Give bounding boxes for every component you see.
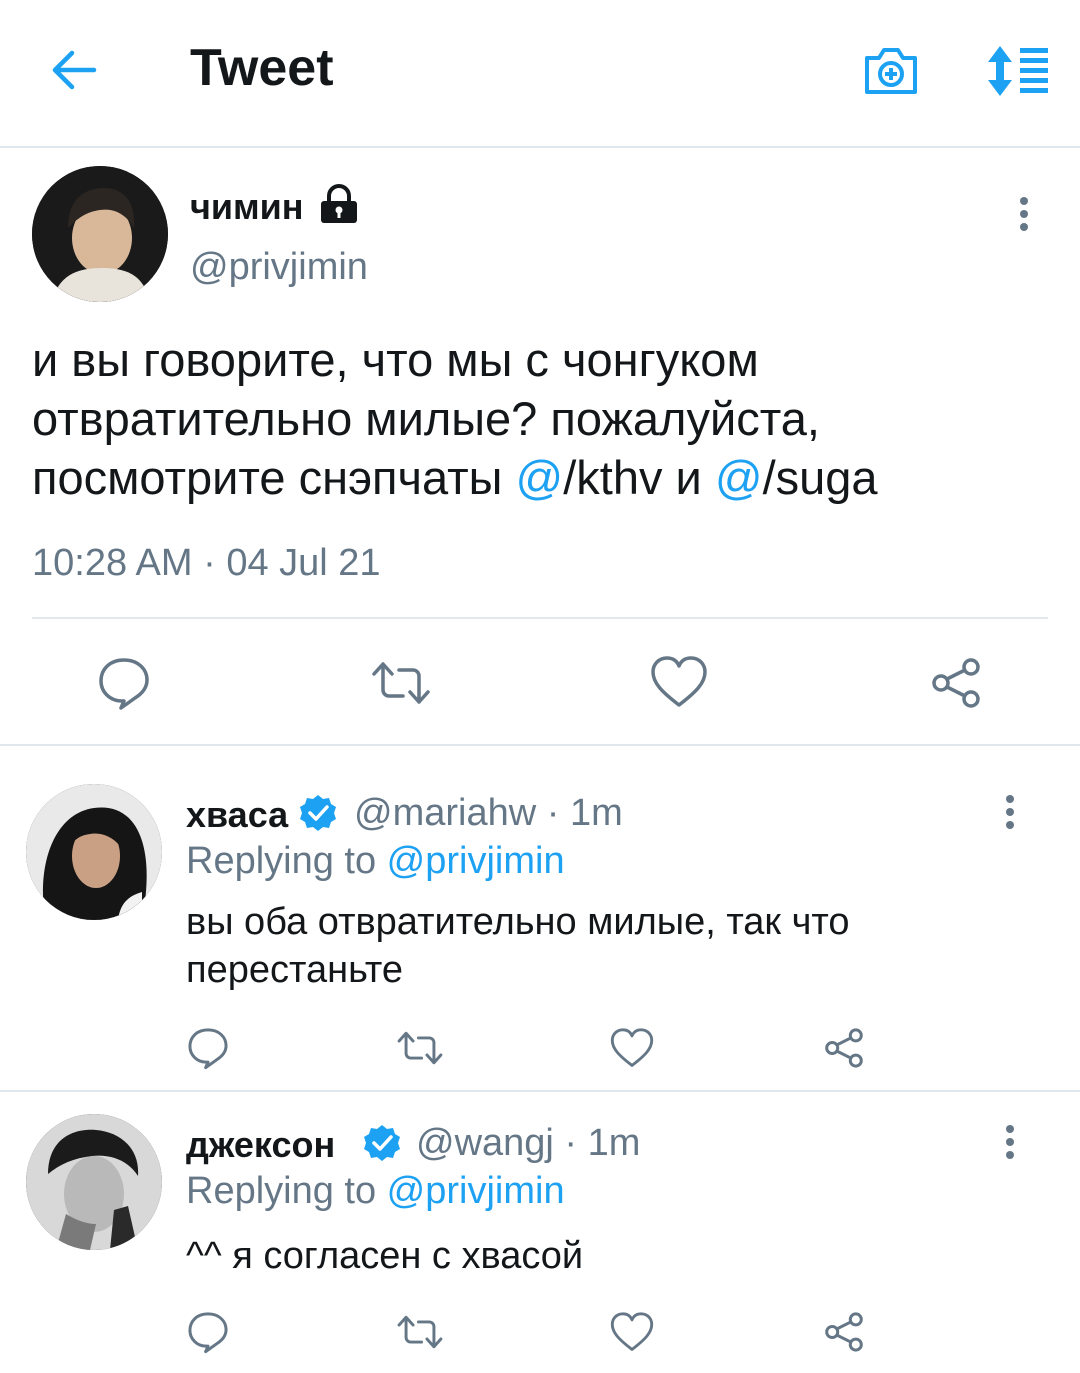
share-icon[interactable] — [928, 655, 984, 711]
heart-icon[interactable] — [610, 1310, 654, 1354]
more-options-icon[interactable] — [998, 794, 1022, 830]
replying-handle[interactable]: @privjimin — [387, 1170, 565, 1212]
avatar[interactable] — [26, 1114, 162, 1250]
reply-handle-time[interactable]: @wangj · 1m — [416, 1122, 640, 1165]
replying-to: Replying to @privjimin — [186, 1170, 565, 1213]
replying-to: Replying to @privjimin — [186, 840, 565, 883]
retweet-icon[interactable] — [396, 1030, 444, 1066]
reply-text: вы оба отвратительно милые, так что пере… — [186, 901, 850, 991]
sort-lines-icon[interactable] — [982, 44, 1052, 98]
retweet-icon[interactable] — [396, 1314, 444, 1350]
reply-text: ^^ я согласен с хвасой — [186, 1235, 584, 1277]
tweet-text: и вы говорите, что мы с чонгуком отврати… — [32, 330, 1042, 507]
mention-text: /suga — [762, 451, 878, 504]
replying-handle[interactable]: @privjimin — [387, 840, 565, 882]
mention-text: /kthv — [563, 451, 663, 504]
replying-label: Replying to — [186, 1170, 387, 1212]
reply-handle-time[interactable]: @mariahw · 1m — [354, 792, 623, 835]
author-name[interactable]: чимин — [190, 186, 304, 228]
more-options-icon[interactable] — [998, 1124, 1022, 1160]
replying-label: Replying to — [186, 840, 387, 882]
tweet-text-conj: и — [662, 451, 715, 504]
heart-icon[interactable] — [650, 655, 708, 709]
page-title: Tweet — [190, 39, 334, 97]
mention-at[interactable]: @ — [715, 451, 763, 504]
heart-icon[interactable] — [610, 1026, 654, 1070]
share-icon[interactable] — [822, 1310, 866, 1354]
reply-author-name[interactable]: хваса — [186, 794, 288, 836]
avatar[interactable] — [26, 784, 162, 920]
more-options-icon[interactable] — [1012, 196, 1036, 232]
camera-add-icon[interactable] — [862, 44, 920, 98]
avatar[interactable] — [32, 166, 168, 302]
tweet-timestamp[interactable]: 10:28 AM · 04 Jul 21 — [32, 542, 381, 585]
reply-icon[interactable] — [96, 655, 152, 711]
divider — [0, 1090, 1080, 1092]
lock-icon — [318, 184, 360, 224]
author-handle[interactable]: @privjimin — [190, 246, 368, 289]
reply-icon[interactable] — [186, 1310, 230, 1354]
mention-at[interactable]: @ — [515, 451, 563, 504]
arrow-left-icon[interactable] — [48, 44, 100, 96]
verified-badge-icon — [362, 1123, 402, 1163]
verified-badge-icon — [298, 793, 338, 833]
retweet-icon[interactable] — [370, 660, 432, 706]
reply-author-name[interactable]: джексон — [186, 1124, 335, 1166]
share-icon[interactable] — [822, 1026, 866, 1070]
reply-icon[interactable] — [186, 1026, 230, 1070]
divider — [0, 744, 1080, 746]
divider — [32, 617, 1048, 619]
